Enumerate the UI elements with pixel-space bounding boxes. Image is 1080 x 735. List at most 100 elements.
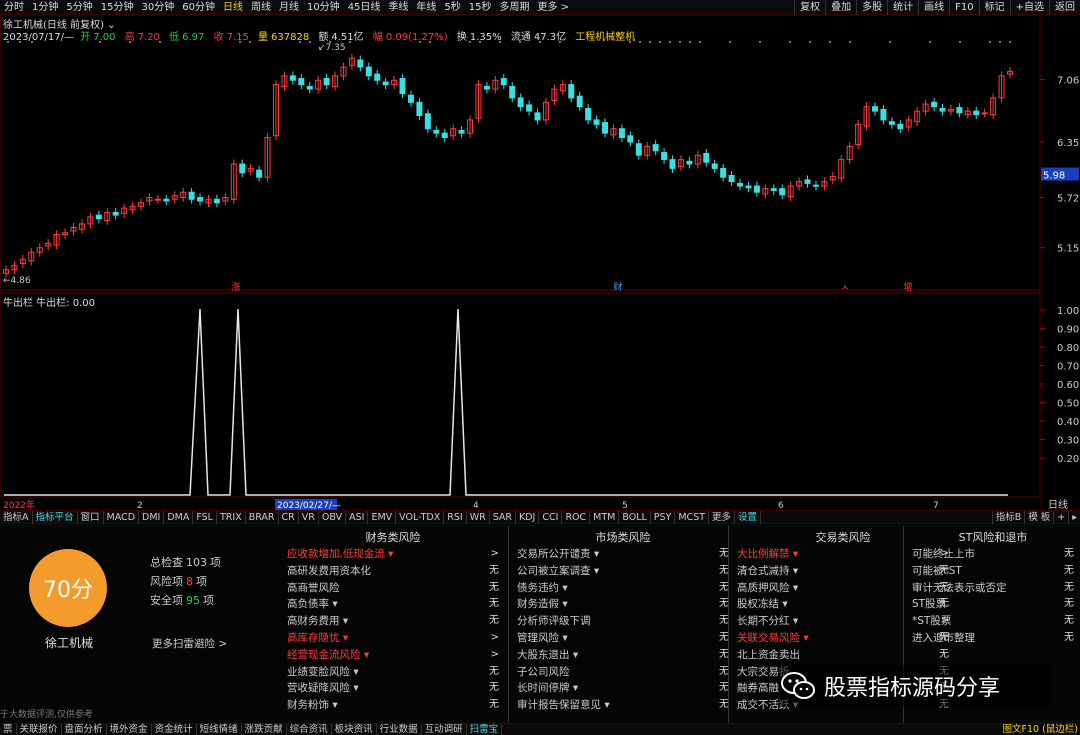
risk-row[interactable]: 业绩变脸风险 ▾ 无 [283, 664, 503, 681]
timeframe-tab-2[interactable]: 5分钟 [62, 0, 96, 15]
risk-row[interactable]: 子公司风险无 [513, 664, 733, 681]
risk-row[interactable]: 审计无法表示或否定 无 [908, 580, 1078, 597]
indicator-tab-19[interactable]: CCI [539, 510, 563, 524]
indicator-tab-17[interactable]: SAR [490, 510, 517, 524]
risk-row[interactable]: 高财务费用 ▾ 无 [283, 613, 503, 630]
risk-row[interactable]: 营收疑降风险 ▾ 无 [283, 680, 503, 697]
indicator-tab-16[interactable]: WR [467, 510, 490, 524]
bottom-tab-8[interactable]: 板块资讯 [332, 724, 377, 735]
risk-row[interactable]: 高研发费用资本化 无 [283, 563, 503, 580]
indicator-tab-13[interactable]: EMV [368, 510, 397, 524]
timeframe-tab-12[interactable]: 年线 [412, 0, 440, 15]
indicator-tab-4[interactable]: DMI [139, 510, 165, 524]
risk-row[interactable]: 长时间停牌 ▾ 无 [513, 680, 733, 697]
indicator-tab-0[interactable]: 指标A [0, 510, 33, 524]
bottom-tab-2[interactable]: 盘面分析 [62, 724, 107, 735]
risk-row[interactable]: 高负债率 ▾ 无 [283, 596, 503, 613]
risk-row[interactable]: 财务粉饰 ▾ 无 [283, 697, 503, 714]
timeframe-tab-14[interactable]: 15秒 [465, 0, 496, 15]
timeframe-tab-15[interactable]: 多周期 [496, 0, 534, 15]
risk-row[interactable]: 高商誉风险 无 [283, 580, 503, 597]
bottom-tab-1[interactable]: 关联报价 [17, 724, 62, 735]
indicator-tab-7[interactable]: TRIX [217, 510, 246, 524]
risk-row[interactable]: 审计报告保留意见 ▾ 无 [513, 697, 733, 714]
risk-row[interactable]: 债务违约 ▾ 无 [513, 580, 733, 597]
indicator-tab-25[interactable]: 更多 [709, 510, 736, 524]
timeframe-tab-4[interactable]: 30分钟 [137, 0, 178, 15]
indicator-tab-12[interactable]: ASI [346, 510, 369, 524]
sector-label[interactable]: 工程机械整机 [575, 32, 635, 43]
bottom-tab-9[interactable]: 行业数据 [377, 724, 422, 735]
risk-row[interactable]: 交易所公开谴责 ▾ 无 [513, 546, 733, 563]
risk-row[interactable]: 可能终止上市 无 [908, 546, 1078, 563]
toolbar-button-1[interactable]: 叠加 [825, 0, 856, 15]
risk-row[interactable]: 分析师评级下调无 [513, 613, 733, 630]
risk-row[interactable]: 财务造假 ▾ 无 [513, 596, 733, 613]
toolbar-button-4[interactable]: 画线 [918, 0, 949, 15]
indicator-tab-right-2[interactable]: + [1053, 511, 1068, 524]
risk-row[interactable]: 应收款增加,低现金流 ▾ > [283, 546, 503, 563]
timeframe-tab-0[interactable]: 分时 [0, 0, 28, 15]
timeframe-tab-8[interactable]: 月线 [275, 0, 303, 15]
bottom-tab-10[interactable]: 互动调研 [422, 724, 467, 735]
toolbar-button-5[interactable]: F10 [949, 0, 978, 15]
toolbar-button-0[interactable]: 复权 [794, 0, 825, 15]
indicator-tab-1[interactable]: 指标平台 [33, 510, 78, 524]
indicator-tab-6[interactable]: FSL [193, 510, 217, 524]
toolbar-button-2[interactable]: 多股 [856, 0, 887, 15]
timeframe-tab-3[interactable]: 15分钟 [97, 0, 138, 15]
indicator-tab-18[interactable]: KDJ [516, 510, 540, 524]
risk-row[interactable]: 高库存隐忧 ▾ > [283, 630, 503, 647]
bottom-tab-11[interactable]: 扫雷宝 [467, 724, 503, 735]
timeframe-tab-16[interactable]: 更多 > [534, 0, 574, 15]
timeframe-tab-7[interactable]: 周线 [247, 0, 275, 15]
timeframe-tab-1[interactable]: 1分钟 [28, 0, 62, 15]
bottom-tab-0[interactable]: 票 [0, 724, 17, 735]
indicator-tab-14[interactable]: VOL-TDX [396, 510, 445, 524]
indicator-tab-2[interactable]: 窗口 [78, 510, 104, 524]
timeframe-tab-11[interactable]: 季线 [384, 0, 412, 15]
timeframe-tab-13[interactable]: 5秒 [440, 0, 464, 15]
indicator-tab-21[interactable]: MTM [590, 510, 620, 524]
risk-row[interactable]: 公司被立案调查 ▾ 无 [513, 563, 733, 580]
kline-chart[interactable]: 7.06 6.35 5.98 5.72 5.15 ↙7.35 ←4.86 涨 财 ㅅ 增 1.00 0.… [0, 15, 1080, 515]
indicator-tab-23[interactable]: PSY [651, 510, 676, 524]
risk-row[interactable]: 经营现金流风险 ▾ > [283, 647, 503, 664]
bottom-tab-6[interactable]: 涨跌贡献 [242, 724, 287, 735]
indicator-tab-20[interactable]: ROC [562, 510, 591, 524]
indicator-tab-22[interactable]: BOLL [619, 510, 651, 524]
indicator-tab-11[interactable]: OBV [319, 510, 347, 524]
indicator-tab-5[interactable]: DMA [164, 510, 194, 524]
timeframe-tab-9[interactable]: 10分钟 [303, 0, 344, 15]
timeframe-tab-6[interactable]: 日线 [219, 0, 247, 15]
risk-row[interactable]: 北上资金卖出 无 [733, 647, 953, 664]
risk-row[interactable]: 可能被*ST 无 [908, 563, 1078, 580]
indicator-tab-24[interactable]: MCST [675, 510, 710, 524]
timeframe-tab-10[interactable]: 45日线 [344, 0, 385, 15]
risk-row[interactable]: 管理风险 ▾ 无 [513, 630, 733, 647]
risk-row[interactable]: *ST股票 无 [908, 613, 1078, 630]
timeframe-tab-5[interactable]: 60分钟 [178, 0, 219, 15]
indicator-tab-right-0[interactable]: 指标B [991, 511, 1025, 524]
bottom-tab-3[interactable]: 境外资金 [107, 724, 152, 735]
bottom-tab-5[interactable]: 短线情绪 [197, 724, 242, 735]
indicator-tab-9[interactable]: CR [279, 510, 299, 524]
indicator-tab-right-1[interactable]: 模 板 [1024, 511, 1053, 524]
toolbar-button-3[interactable]: 统计 [887, 0, 918, 15]
bottom-tab-4[interactable]: 资金统计 [152, 724, 197, 735]
more-scan-link[interactable]: 更多扫雷避险 > [152, 636, 227, 651]
risk-row[interactable]: 进入退市整理 无 [908, 630, 1078, 647]
indicator-tab-right-3[interactable]: ▸ [1068, 511, 1080, 524]
indicator-tab-10[interactable]: VR [299, 510, 319, 524]
bottom-tab-7[interactable]: 综合资讯 [287, 724, 332, 735]
toolbar-button-8[interactable]: 返回 [1049, 0, 1080, 15]
risk-row[interactable]: ST股票 无 [908, 596, 1078, 613]
indicator-tab-8[interactable]: BRAR [246, 510, 279, 524]
indicator-tab-3[interactable]: MACD [104, 510, 140, 524]
indicator-tab-26[interactable]: 设置 [735, 510, 762, 524]
risk-row[interactable]: 大股东退出 ▾ 无 [513, 647, 733, 664]
indicator-tab-15[interactable]: RSI [444, 510, 467, 524]
toolbar-button-7[interactable]: +自选 [1009, 0, 1049, 15]
toolbar-button-6[interactable]: 标记 [978, 0, 1010, 15]
f10-sidebar-toggle[interactable]: 图文F10 (鼠边栏) [1003, 724, 1079, 735]
